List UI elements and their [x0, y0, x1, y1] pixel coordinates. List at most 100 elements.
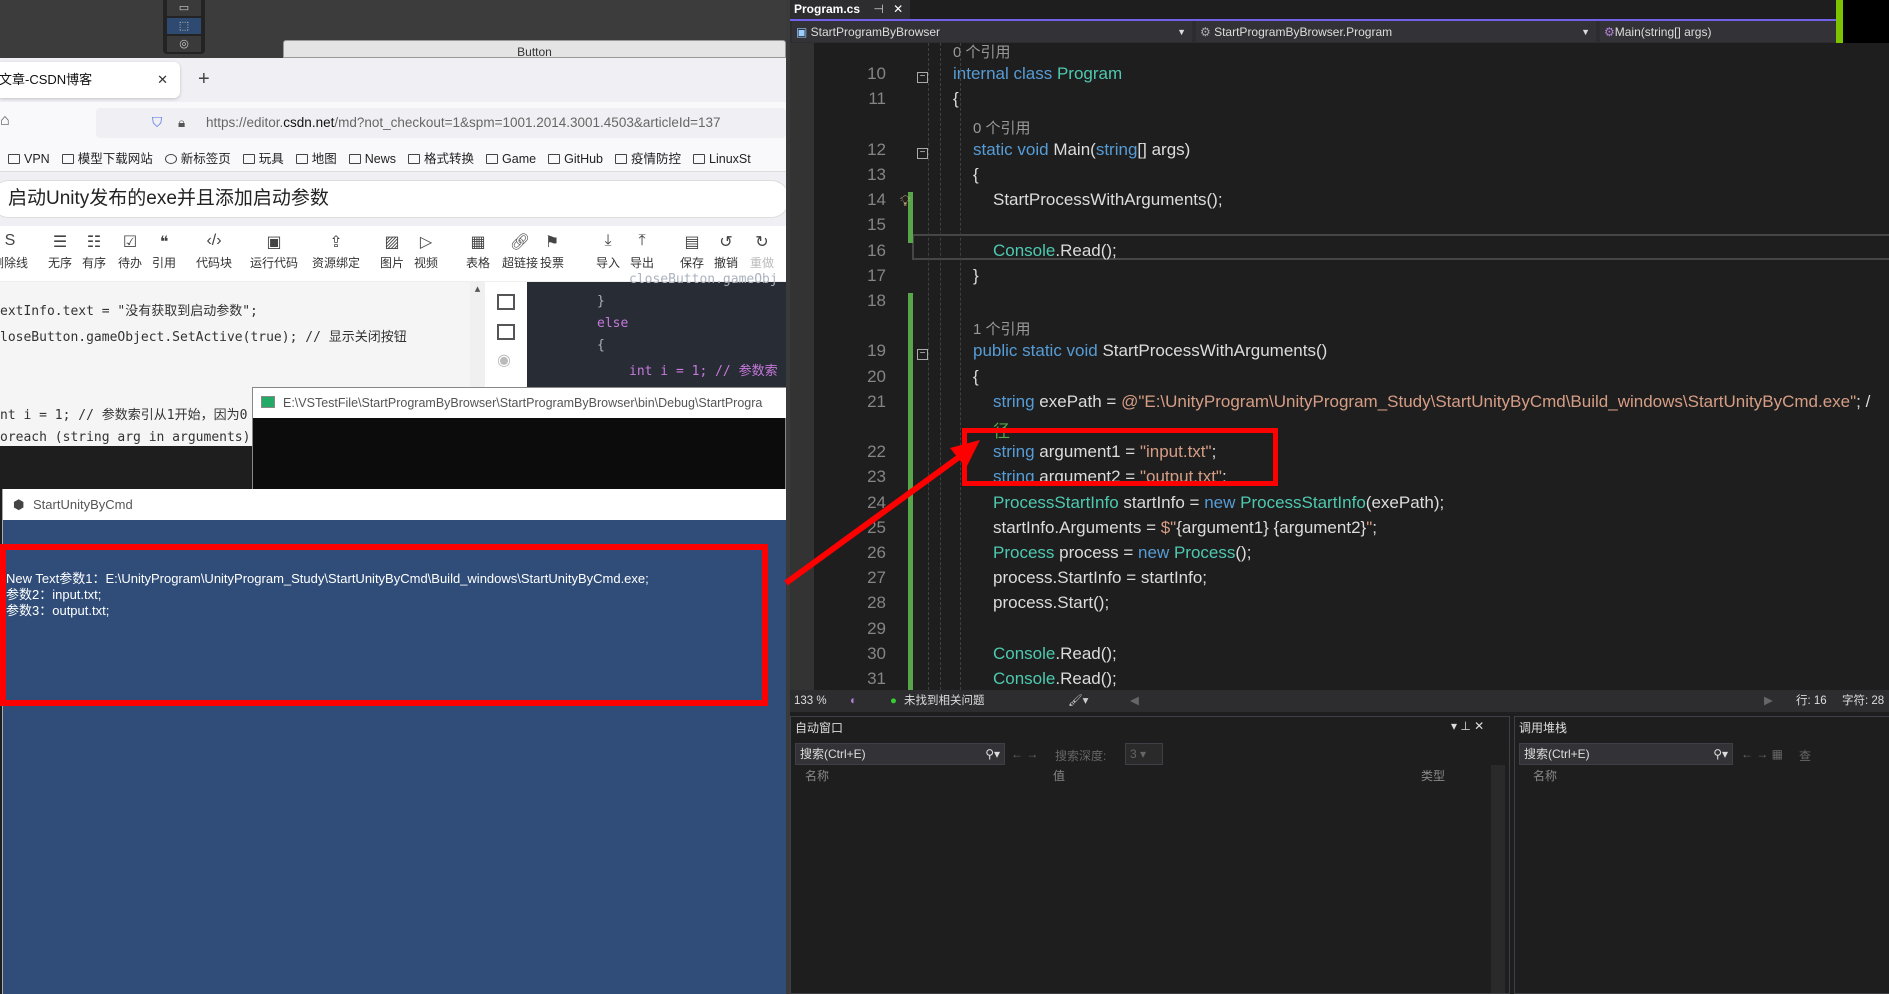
scroll-left-icon[interactable]: ◀	[1130, 690, 1139, 712]
scroll-right-icon[interactable]: ▶	[1764, 690, 1773, 712]
folder-icon	[348, 154, 361, 164]
search-icon[interactable]: ⚲▾	[1713, 744, 1728, 764]
lock-icon[interactable]: 🔒︎	[178, 108, 185, 138]
scene-gizmo-toolbar: ▭ ⬚ ◎	[163, 0, 205, 54]
bookmark-item[interactable]: VPN	[8, 146, 50, 171]
bookmark-item[interactable]: Game	[486, 146, 536, 171]
close-tab-icon[interactable]: ✕	[157, 62, 168, 98]
callstack-search[interactable]: 搜索(Ctrl+E) ⚲▾	[1519, 743, 1733, 765]
code-token: {argument1} {argument2}	[1176, 517, 1367, 537]
rect-tool-icon[interactable]: ▭	[167, 0, 201, 16]
reference-count[interactable]: 0 个引用	[953, 43, 1011, 62]
toolbar-5[interactable]: ‹/› 代码块	[196, 232, 232, 271]
toolbar-1[interactable]: ☰ 无序	[48, 232, 72, 271]
toolbar-7[interactable]: ⇪ 资源绑定	[312, 232, 360, 271]
cleanup-brush-icon[interactable]: 🖌︎▾	[1068, 690, 1088, 712]
code-token: Console	[993, 643, 1056, 663]
bookmark-item[interactable]: GitHub	[548, 146, 603, 171]
project-dropdown[interactable]: ▣ StartProgramByBrowser ▼	[792, 21, 1192, 42]
bookmark-label: 疫情防控	[631, 152, 682, 166]
toolbar-2[interactable]: ☷ 有序	[82, 232, 106, 271]
nav-arrows[interactable]: ← → ▦	[1741, 747, 1783, 761]
change-marker	[908, 293, 913, 319]
nav-row: ⌂ ⛉ 🔒︎ https://editor.csdn.net/md?not_ch…	[0, 102, 786, 146]
console-title-bar[interactable]: E:\VSTestFile\StartProgramByBrowser\Star…	[253, 388, 787, 418]
column-name[interactable]: 名称	[1533, 767, 1557, 784]
new-tab-button[interactable]: +	[198, 68, 210, 91]
toolbar-12[interactable]: ⚑ 投票	[540, 232, 564, 271]
toolbar-8[interactable]: ▨ 图片	[380, 232, 404, 271]
bookmark-item[interactable]: News	[348, 146, 396, 171]
autos-scrollbar[interactable]	[1491, 765, 1505, 993]
search-icon[interactable]: ⚲▾	[985, 744, 1000, 764]
folder-icon	[486, 154, 499, 164]
globe-tool-icon[interactable]: ◎	[167, 36, 201, 52]
change-marker	[908, 318, 913, 345]
line-number: 27	[867, 568, 886, 588]
type-dropdown[interactable]: ⚙ StartProgramByBrowser.Program ▼	[1196, 21, 1596, 42]
member-dropdown[interactable]: ⚙Main(string[] args)	[1600, 21, 1836, 42]
line-number: 13	[867, 165, 886, 184]
column-name[interactable]: 名称	[805, 767, 829, 784]
editor-status-bar: 133 % ◐ ● 未找到相关问题 🖌︎▾ ◀ ▶ 行: 16 字符: 28	[790, 690, 1889, 712]
url-bar[interactable]: ⛉ 🔒︎ https://editor.csdn.net/md?not_chec…	[96, 108, 786, 138]
url-rest: /md?not_checkout=1&spm=1001.2014.3001.45…	[334, 115, 721, 130]
toolbar-0[interactable]: S 删除线	[0, 232, 28, 271]
bookmark-item[interactable]: 疫情防控	[615, 146, 682, 171]
column-type[interactable]: 类型	[1421, 767, 1445, 784]
toolbar-14[interactable]: ⤒ 导出	[630, 232, 654, 271]
split-view-icon[interactable]	[497, 324, 515, 340]
code-editor[interactable]: 0 个引用 10 − internal class Program 11 {0 个引用 12…	[790, 43, 1889, 690]
depth-select[interactable]: 3 ▾	[1125, 743, 1163, 765]
window-controls[interactable]: ▾ ⊥ ✕	[1451, 719, 1484, 733]
preview-eye-icon[interactable]: ◉	[497, 350, 511, 370]
bookmark-item[interactable]: 模型下载网站	[61, 146, 153, 171]
article-title-input[interactable]: 启动Unity发布的exe并且添加启动参数	[0, 180, 790, 218]
zoom-level[interactable]: 133 %	[794, 690, 827, 712]
toolbar-17[interactable]: ↻ 重做	[750, 232, 774, 271]
toolbar-10[interactable]: ▦ 表格	[466, 232, 490, 271]
bookmark-item[interactable]: 地图	[295, 146, 337, 171]
bookmark-item[interactable]: 玩具	[242, 146, 284, 171]
tab-program-cs[interactable]: Program.cs ⊣ ✕	[790, 0, 910, 20]
code-token: new	[1204, 492, 1241, 512]
toolbar-9[interactable]: ▷ 视频	[414, 232, 438, 271]
collapse-icon[interactable]: −	[917, 72, 928, 84]
reference-count[interactable]: 0 个引用	[973, 117, 1031, 138]
search-placeholder: 搜索(Ctrl+E)	[1524, 747, 1590, 761]
toolbar-13[interactable]: ⤓ 导入	[596, 232, 620, 271]
nav-arrows[interactable]: ← →	[1011, 747, 1038, 761]
close-tab-icon[interactable]: ✕	[893, 2, 903, 16]
toolbar-15[interactable]: ▤ 保存	[680, 232, 704, 271]
issues-status[interactable]: 未找到相关问题	[904, 690, 985, 712]
toolbar-4[interactable]: ❝ 引用	[152, 232, 176, 271]
column-value[interactable]: 值	[1053, 767, 1065, 784]
code-token: string	[993, 391, 1040, 411]
toolbar-11[interactable]: 🔗︎ 超链接	[502, 232, 538, 271]
shield-icon[interactable]: ⛉	[152, 108, 162, 138]
code-token: Process	[993, 543, 1060, 562]
pin-icon[interactable]: ⊣	[873, 2, 883, 16]
collapse-icon[interactable]: −	[917, 349, 928, 361]
toolbar-3[interactable]: ☑ 待办	[118, 232, 142, 271]
code-token: string	[1095, 139, 1138, 159]
change-marker	[908, 419, 913, 445]
view-button[interactable]: 查	[1799, 747, 1811, 764]
layout-top-icon[interactable]	[497, 294, 515, 310]
home-icon[interactable]: ⌂	[0, 112, 10, 130]
autos-search[interactable]: 搜索(Ctrl+E) ⚲▾	[795, 743, 1005, 765]
bookmark-item[interactable]: LinuxSt	[693, 146, 751, 171]
transform-tool-icon[interactable]: ⬚	[167, 18, 201, 34]
toolbar-16[interactable]: ↺ 撤销	[714, 232, 738, 271]
line-number: 22	[867, 442, 886, 462]
bookmark-item[interactable]: 格式转换	[408, 146, 474, 171]
indent-guide	[960, 43, 961, 690]
bookmark-item[interactable]: 新标签页	[164, 146, 231, 171]
collapse-icon[interactable]: −	[917, 147, 928, 159]
unity-title-bar[interactable]: ⬢ StartUnityByCmd	[3, 489, 787, 520]
toolbar-6[interactable]: ▣ 运行代码	[250, 232, 298, 271]
reference-count[interactable]: 1 个引用	[973, 318, 1031, 339]
browser-tab[interactable]: 写文章-CSDN博客 ✕	[0, 62, 180, 98]
lightbulb-icon[interactable]: 💡︎	[900, 193, 911, 210]
copilot-icon[interactable]: ◐	[850, 690, 857, 712]
